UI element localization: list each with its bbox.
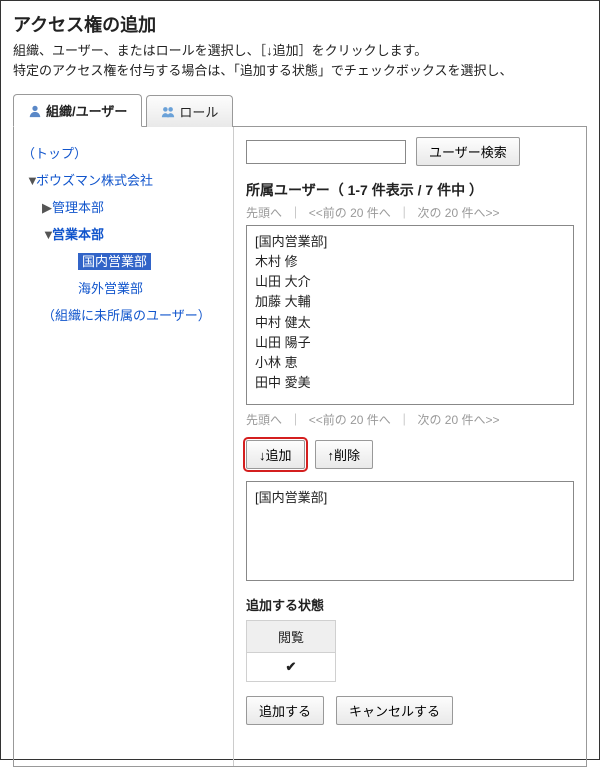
list-item[interactable]: 中村 健太: [255, 313, 565, 333]
pager-first[interactable]: 先頭へ: [246, 413, 282, 427]
add-button[interactable]: ↓追加: [246, 440, 305, 469]
list-item[interactable]: 加藤 大輔: [255, 292, 565, 312]
page-title: アクセス権の追加: [13, 11, 587, 37]
person-icon: [28, 104, 42, 118]
list-item[interactable]: [国内営業部]: [255, 232, 565, 252]
search-input[interactable]: [246, 140, 406, 164]
submit-button[interactable]: 追加する: [246, 696, 324, 725]
state-table: 閲覧 ✔: [246, 620, 336, 682]
search-button[interactable]: ユーザー検索: [416, 137, 520, 166]
tree-domestic-sales[interactable]: 国内営業部: [22, 247, 225, 274]
tree-admin-dept[interactable]: ▶管理本部: [22, 193, 225, 220]
caret-down-icon: ▼: [42, 227, 52, 242]
pager-top: 先頭へ ｜ <<前の 20 件へ ｜ 次の 20 件へ>>: [246, 204, 574, 221]
tab-org-user[interactable]: 組織/ユーザー: [13, 94, 142, 127]
org-tree-panel: （トップ） ▼ボウズマン株式会社 ▶管理本部 ▼営業本部 国内営業部 海外営業部: [14, 127, 234, 766]
tree-overseas-sales[interactable]: 海外営業部: [22, 274, 225, 301]
user-panel: ユーザー検索 所属ユーザー（ 1-7 件表示 / 7 件中 ） 先頭へ ｜ <<…: [234, 127, 586, 766]
caret-right-icon: ▶: [42, 200, 52, 216]
tree-unassigned-users[interactable]: （組織に未所属のユーザー）: [22, 301, 225, 328]
pager-next[interactable]: 次の 20 件へ>>: [417, 413, 499, 427]
tree-sales-dept[interactable]: ▼営業本部: [22, 220, 225, 247]
state-view-checked[interactable]: ✔: [247, 653, 336, 682]
list-item[interactable]: 山田 大介: [255, 272, 565, 292]
page-description: 組織、ユーザー、またはロールを選択し、［↓追加］をクリックします。 特定のアクセ…: [13, 41, 587, 80]
selected-users-listbox[interactable]: [国内営業部]: [246, 481, 574, 581]
main-columns: （トップ） ▼ボウズマン株式会社 ▶管理本部 ▼営業本部 国内営業部 海外営業部: [13, 127, 587, 767]
list-item[interactable]: 山田 陽子: [255, 333, 565, 353]
pager-bottom: 先頭へ ｜ <<前の 20 件へ ｜ 次の 20 件へ>>: [246, 411, 574, 428]
available-users-listbox[interactable]: [国内営業部]木村 修山田 大介加藤 大輔中村 健太山田 陽子小林 恵田中 愛美: [246, 225, 574, 405]
app-frame: アクセス権の追加 組織、ユーザー、またはロールを選択し、［↓追加］をクリックしま…: [0, 0, 600, 760]
tab-org-user-label: 組織/ユーザー: [46, 101, 127, 120]
tab-role[interactable]: ロール: [146, 95, 233, 127]
tree-company[interactable]: ▼ボウズマン株式会社: [22, 166, 225, 193]
caret-down-icon: ▼: [26, 173, 36, 188]
cancel-button[interactable]: キャンセルする: [336, 696, 453, 725]
state-col-view: 閲覧: [247, 621, 336, 653]
list-item[interactable]: 小林 恵: [255, 353, 565, 373]
tree-top[interactable]: （トップ）: [22, 139, 225, 166]
user-list-title: 所属ユーザー（ 1-7 件表示 / 7 件中 ）: [246, 180, 574, 200]
state-section-title: 追加する状態: [246, 595, 574, 614]
remove-button[interactable]: ↑削除: [315, 440, 374, 469]
tab-bar: 組織/ユーザー ロール: [13, 94, 587, 127]
list-item[interactable]: [国内営業部]: [255, 488, 565, 508]
list-item[interactable]: 田中 愛美: [255, 373, 565, 393]
list-item[interactable]: 木村 修: [255, 252, 565, 272]
tab-role-label: ロール: [179, 102, 218, 121]
pager-next[interactable]: 次の 20 件へ>>: [417, 206, 499, 220]
pager-prev[interactable]: <<前の 20 件へ: [309, 413, 391, 427]
people-icon: [161, 105, 175, 119]
pager-first[interactable]: 先頭へ: [246, 206, 282, 220]
pager-prev[interactable]: <<前の 20 件へ: [309, 206, 391, 220]
